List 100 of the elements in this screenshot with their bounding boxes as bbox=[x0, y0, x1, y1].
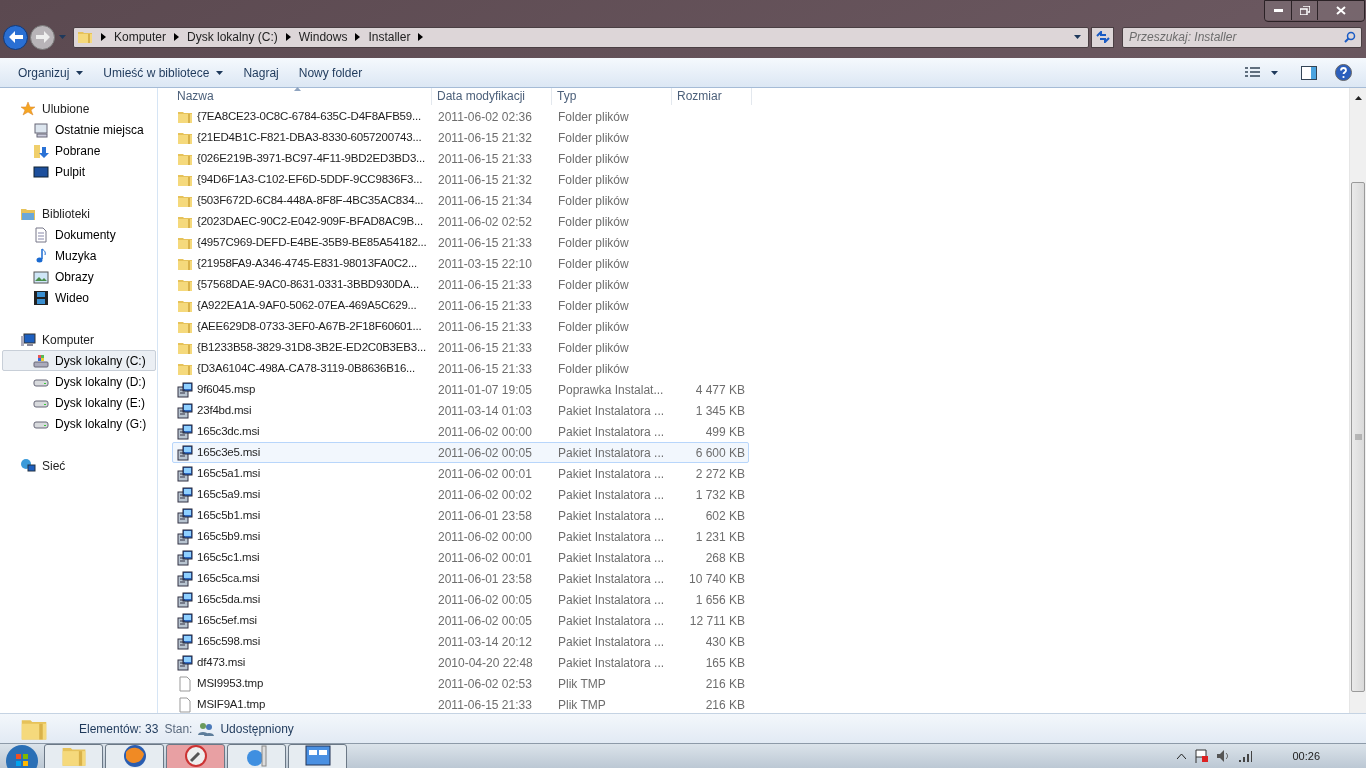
toolbar-button[interactable]: Nowy folder bbox=[288, 60, 373, 85]
file-row[interactable]: 165c5ef.msi 2011-06-02 00:05 Pakiet Instalatora ... 12 711 KB bbox=[172, 610, 749, 631]
date-cell-text: 2011-06-15 21:33 bbox=[437, 696, 533, 714]
column-header[interactable]: Rozmiar bbox=[672, 88, 752, 105]
file-row[interactable]: {4957C969-DEFD-E4BE-35B9-BE85A54182... 2011-06-15 21:33 Folder plików bbox=[172, 232, 749, 253]
file-row[interactable]: 9f6045.msp 2011-01-07 19:05 Poprawka Instalat... 4 477 KB bbox=[172, 379, 749, 400]
minimize-button[interactable] bbox=[1265, 1, 1292, 20]
file-row[interactable]: {503F672D-6C84-448A-8F8F-4BC35AC834... 2011-06-15 21:34 Folder plików bbox=[172, 190, 749, 211]
breadcrumb-item[interactable]: Installer bbox=[368, 28, 411, 46]
file-row[interactable]: {21ED4B1C-F821-DBA3-8330-6057200743... 2011-06-15 21:32 Folder plików bbox=[172, 127, 749, 148]
navigation-group-item[interactable]: Sieć bbox=[0, 455, 157, 476]
breadcrumb-item[interactable]: Windows bbox=[298, 28, 348, 46]
file-row[interactable]: 165c5da.msi 2011-06-02 00:05 Pakiet Instalatora ... 1 656 KB bbox=[172, 589, 749, 610]
toolbar-button[interactable]: Nagraj bbox=[233, 60, 289, 85]
file-row[interactable]: {21958FA9-A346-4745-E831-98013FA0C2... 2011-03-15 22:10 Folder plików bbox=[172, 253, 749, 274]
file-name: 23f4bd.msi bbox=[197, 402, 252, 418]
address-bar[interactable]: Komputer Dysk lokalny (C:) Windows Installer bbox=[73, 26, 1089, 48]
taskbar-button[interactable] bbox=[105, 743, 164, 768]
navigation-item[interactable]: Dysk lokalny (E:) bbox=[2, 392, 156, 413]
file-row[interactable]: 165c5b1.msi 2011-06-01 23:58 Pakiet Instalatora ... 602 KB bbox=[172, 505, 749, 526]
file-row[interactable]: 165c5b9.msi 2011-06-02 00:00 Pakiet Instalatora ... 1 231 KB bbox=[172, 526, 749, 547]
navigation-item[interactable]: Dysk lokalny (D:) bbox=[2, 371, 156, 392]
file-name: 165c5ef.msi bbox=[197, 612, 257, 628]
navigation-group-item[interactable]: Ulubione bbox=[0, 98, 157, 119]
forward-button[interactable] bbox=[30, 24, 55, 50]
breadcrumb-item[interactable]: Dysk lokalny (C:) bbox=[187, 28, 278, 46]
taskbar-button[interactable] bbox=[166, 743, 225, 768]
vertical-scrollbar[interactable] bbox=[1349, 88, 1366, 713]
file-row[interactable]: {B1233B58-3829-31D8-3B2E-ED2C0B3EB3... 2011-06-15 21:33 Folder plików bbox=[172, 337, 749, 358]
installer-package-icon bbox=[177, 570, 193, 587]
installer-package-icon bbox=[177, 549, 193, 566]
file-row[interactable]: 165c5a1.msi 2011-06-02 00:01 Pakiet Instalatora ... 2 272 KB bbox=[172, 463, 749, 484]
navigation-item[interactable]: Ostatnie miejsca bbox=[2, 119, 156, 140]
navigation-item[interactable]: Pobrane bbox=[2, 140, 156, 161]
signal-bars-icon[interactable] bbox=[1238, 749, 1253, 763]
file-name: {2023DAEC-90C2-E042-909F-BFAD8AC9B... bbox=[197, 213, 423, 229]
navigation-group-item[interactable]: Biblioteki bbox=[0, 203, 157, 224]
file-row[interactable]: 165c3e5.msi 2011-06-02 00:05 Pakiet Instalatora ... 6 600 KB bbox=[172, 442, 749, 463]
file-row[interactable]: MSIF9A1.tmp 2011-06-15 21:33 Plik TMP 216 KB bbox=[172, 694, 749, 715]
size-cell-text: 216 KB bbox=[704, 696, 745, 714]
restore-icon bbox=[1299, 6, 1310, 15]
file-row[interactable]: 165c5a9.msi 2011-06-02 00:02 Pakiet Instalatora ... 1 732 KB bbox=[172, 484, 749, 505]
type-cell-text: Folder plików bbox=[557, 360, 630, 378]
breadcrumb-arrow-icon[interactable] bbox=[101, 33, 106, 41]
file-row[interactable]: {57568DAE-9AC0-8631-0331-3BBD930DA... 2011-06-15 21:33 Folder plików bbox=[172, 274, 749, 295]
navigation-item[interactable]: Dysk lokalny (G:) bbox=[2, 413, 156, 434]
refresh-button[interactable] bbox=[1091, 26, 1114, 48]
file-row[interactable]: 165c5ca.msi 2011-06-01 23:58 Pakiet Instalatora ... 10 740 KB bbox=[172, 568, 749, 589]
navigation-item-label: Ostatnie miejsca bbox=[55, 121, 144, 139]
breadcrumb-arrow-icon[interactable] bbox=[355, 33, 361, 41]
taskbar-button[interactable] bbox=[288, 743, 347, 768]
help-icon bbox=[1334, 64, 1352, 81]
breadcrumb-arrow-icon[interactable] bbox=[174, 33, 180, 41]
toolbar-button[interactable]: Umieść w bibliotece bbox=[93, 60, 234, 85]
taskbar-button[interactable] bbox=[44, 743, 103, 768]
column-header[interactable]: Typ bbox=[552, 88, 672, 105]
navigation-item[interactable]: Muzyka bbox=[2, 245, 156, 266]
file-row[interactable]: {A922EA1A-9AF0-5062-07EA-469A5C629... 2011-06-15 21:33 Folder plików bbox=[172, 295, 749, 316]
back-button[interactable] bbox=[3, 24, 28, 50]
file-row[interactable]: {2023DAEC-90C2-E042-909F-BFAD8AC9B... 2011-06-02 02:52 Folder plików bbox=[172, 211, 749, 232]
downloads-folder-icon bbox=[33, 142, 49, 159]
speaker-icon[interactable] bbox=[1216, 749, 1231, 763]
date-cell-text: 2011-06-02 00:05 bbox=[437, 444, 533, 462]
taskbar-button[interactable] bbox=[227, 743, 286, 768]
file-row[interactable]: df473.msi 2010-04-20 22:48 Pakiet Instalatora ... 165 KB bbox=[172, 652, 749, 673]
file-row[interactable]: 165c598.msi 2011-03-14 20:12 Pakiet Instalatora ... 430 KB bbox=[172, 631, 749, 652]
navigation-group-item[interactable]: Komputer bbox=[0, 329, 157, 350]
file-row[interactable]: MSI9953.tmp 2011-06-02 02:53 Plik TMP 216 KB bbox=[172, 673, 749, 694]
navigation-item-label: Muzyka bbox=[55, 247, 97, 265]
breadcrumb-arrow-icon[interactable] bbox=[285, 33, 291, 41]
toolbar-button[interactable]: Organizuj bbox=[8, 60, 94, 85]
file-row[interactable]: 165c5c1.msi 2011-06-02 00:01 Pakiet Instalatora ... 268 KB bbox=[172, 547, 749, 568]
navigation-item-label: Dysk lokalny (C:) bbox=[55, 352, 146, 370]
column-header[interactable]: Data modyfikacji bbox=[432, 88, 552, 105]
close-button[interactable] bbox=[1318, 1, 1364, 20]
breadcrumb-item[interactable]: Komputer bbox=[114, 28, 167, 46]
file-row[interactable]: 165c3dc.msi 2011-06-02 00:00 Pakiet Instalatora ... 499 KB bbox=[172, 421, 749, 442]
type-cell-text: Folder plików bbox=[557, 150, 630, 168]
breadcrumb-arrow-icon[interactable] bbox=[418, 33, 424, 41]
item-count: Elementów: 33 bbox=[79, 720, 159, 738]
clock[interactable]: 00:26 bbox=[1292, 747, 1320, 765]
restore-button[interactable] bbox=[1292, 1, 1318, 20]
file-row[interactable]: {D3A6104C-498A-CA78-3119-0B8636B16... 2011-06-15 21:33 Folder plików bbox=[172, 358, 749, 379]
flag-icon[interactable] bbox=[1194, 749, 1209, 763]
scrollbar-thumb[interactable] bbox=[1351, 182, 1365, 692]
file-row[interactable]: {7EA8CE23-0C8C-6784-635C-D4F8AFB59... 2011-06-02 02:36 Folder plików bbox=[172, 106, 749, 127]
search-field[interactable]: Przeszukaj: Installer bbox=[1122, 26, 1362, 48]
file-row[interactable]: {94D6F1A3-C102-EF6D-5DDF-9CC9836F3... 2011-06-15 21:32 Folder plików bbox=[172, 169, 749, 190]
navigation-item[interactable]: Wideo bbox=[2, 287, 156, 308]
file-row[interactable]: {AEE629D8-0733-3EF0-A67B-2F18F60601... 2011-06-15 21:33 Folder plików bbox=[172, 316, 749, 337]
file-name: {21ED4B1C-F821-DBA3-8330-6057200743... bbox=[197, 129, 422, 145]
column-header[interactable]: Nazwa bbox=[172, 88, 432, 105]
file-row[interactable]: 23f4bd.msi 2011-03-14 01:03 Pakiet Instalatora ... 1 345 KB bbox=[172, 400, 749, 421]
navigation-item[interactable]: Obrazy bbox=[2, 266, 156, 287]
file-row[interactable]: {026E219B-3971-BC97-4F11-9BD2ED3BD3... 2011-06-15 21:33 Folder plików bbox=[172, 148, 749, 169]
file-name: {7EA8CE23-0C8C-6784-635C-D4F8AFB59... bbox=[197, 108, 421, 124]
navigation-item[interactable]: Dokumenty bbox=[2, 224, 156, 245]
date-cell-text: 2011-06-15 21:33 bbox=[437, 150, 533, 168]
navigation-item[interactable]: Dysk lokalny (C:) bbox=[2, 350, 156, 371]
navigation-item[interactable]: Pulpit bbox=[2, 161, 156, 182]
